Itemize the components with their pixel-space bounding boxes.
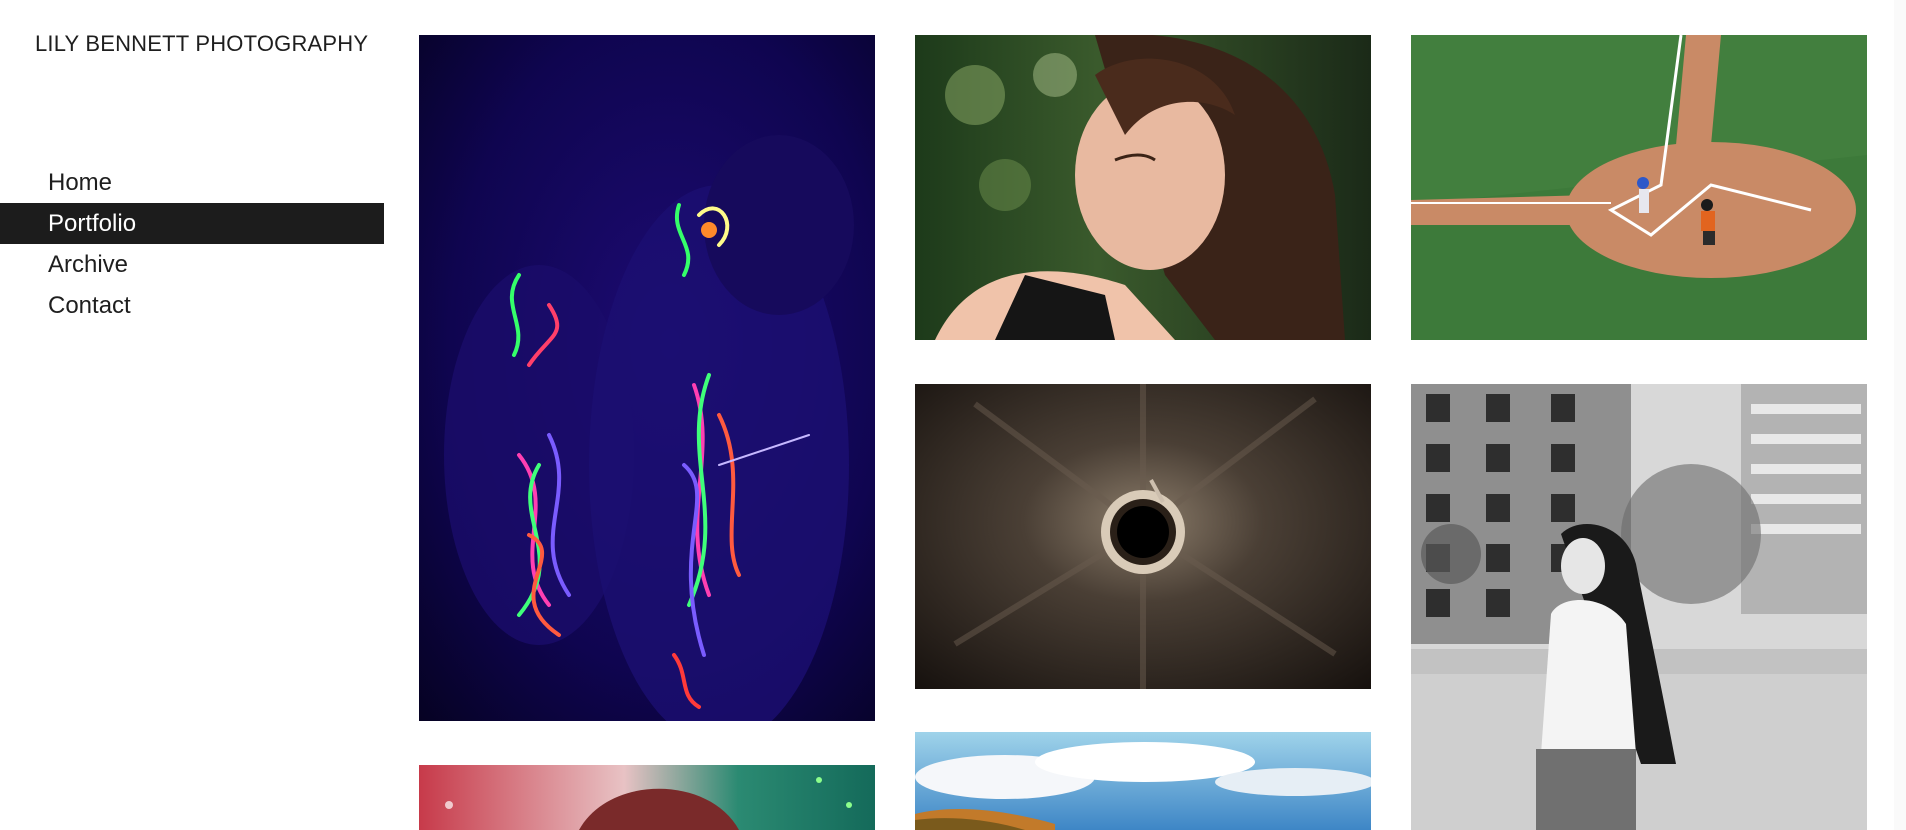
lamp-image <box>915 384 1371 689</box>
nav-item-archive[interactable]: Archive <box>0 244 384 285</box>
uv-body-paint-image <box>419 35 875 721</box>
nav-item-portfolio[interactable]: Portfolio <box>0 203 384 244</box>
gallery-photo-woman-bw-city[interactable] <box>1411 384 1867 830</box>
main-nav: Home Portfolio Archive Contact <box>0 162 384 326</box>
gallery-photo-woman-portrait[interactable] <box>915 35 1371 340</box>
gallery-photo-uv-body-paint[interactable] <box>419 35 875 721</box>
gallery-photo-lamp[interactable] <box>915 384 1371 689</box>
gallery-photo-baseball[interactable] <box>1411 35 1867 340</box>
woman-bw-city-image <box>1411 384 1867 830</box>
baseball-image <box>1411 35 1867 340</box>
nav-item-home[interactable]: Home <box>0 162 384 203</box>
party-portrait-image <box>419 765 875 830</box>
gallery-photo-autumn-landscape[interactable] <box>915 732 1371 830</box>
scrollbar[interactable] <box>1894 0 1906 830</box>
autumn-landscape-image <box>915 732 1371 830</box>
site-title[interactable]: LILY BENNETT PHOTOGRAPHY <box>35 31 368 57</box>
nav-item-contact[interactable]: Contact <box>0 285 384 326</box>
gallery-photo-party-portrait[interactable] <box>419 765 875 830</box>
woman-portrait-image <box>915 35 1371 340</box>
